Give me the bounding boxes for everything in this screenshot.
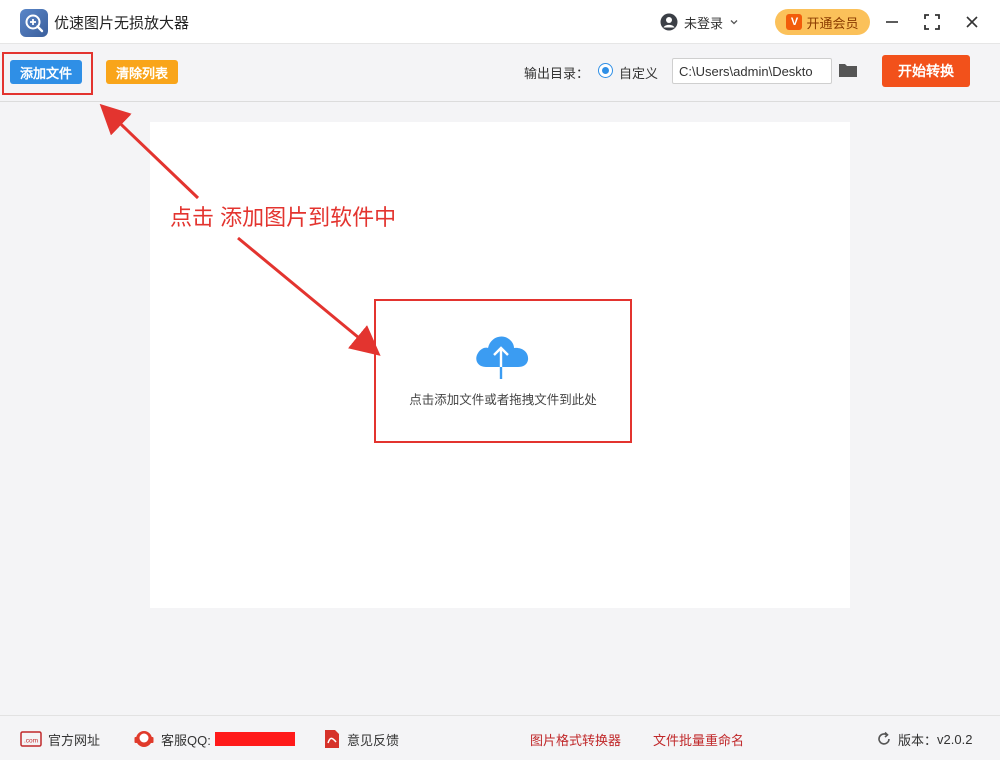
- folder-icon[interactable]: [838, 62, 858, 78]
- chevron-down-icon: [730, 20, 738, 25]
- customer-qq-label: 客服QQ:: [161, 732, 211, 748]
- drop-zone[interactable]: 点击添加文件或者拖拽文件到此处: [374, 299, 632, 443]
- maximize-button[interactable]: [920, 10, 944, 34]
- app-title: 优速图片无损放大器: [54, 15, 190, 32]
- minimize-icon: [886, 21, 898, 23]
- start-convert-button[interactable]: 开始转换: [882, 55, 970, 87]
- feedback-link[interactable]: 意见反馈: [323, 730, 399, 748]
- toolbar: 添加文件 清除列表 输出目录： 自定义 开始转换: [0, 44, 1000, 102]
- open-vip-label: 开通会员: [806, 15, 859, 31]
- annotation-text: 点击 添加图片到软件中: [170, 205, 397, 230]
- customer-service-icon: [134, 731, 154, 747]
- redacted-qq-number: [214, 732, 295, 746]
- user-login-menu[interactable]: 未登录: [660, 10, 739, 34]
- output-directory-label: 输出目录：: [524, 66, 590, 81]
- title-bar: 优速图片无损放大器 未登录 V 开通会员: [0, 0, 1000, 44]
- version-info: 版本： v2.0.2: [876, 730, 972, 748]
- format-converter-link[interactable]: 图片格式转换器: [530, 730, 621, 748]
- maximize-icon: [924, 14, 940, 30]
- add-file-button[interactable]: 添加文件: [10, 60, 82, 84]
- user-login-label: 未登录: [684, 15, 724, 31]
- minimize-button[interactable]: [880, 10, 904, 34]
- custom-output-radio[interactable]: [598, 63, 613, 78]
- version-label: 版本：: [898, 732, 938, 748]
- user-icon: [660, 13, 678, 31]
- drop-zone-hint: 点击添加文件或者拖拽文件到此处: [409, 393, 597, 407]
- clear-list-button[interactable]: 清除列表: [106, 60, 178, 84]
- customer-qq-link[interactable]: 客服QQ:: [133, 730, 295, 748]
- footer-bar: .com 官方网址 客服QQ: 意见反馈 图片格式转换器 文件批量重命名 版本：…: [0, 715, 1000, 760]
- open-vip-button[interactable]: V 开通会员: [775, 9, 870, 35]
- batch-rename-link[interactable]: 文件批量重命名: [653, 730, 744, 748]
- output-path-input[interactable]: [672, 58, 832, 84]
- version-number: v2.0.2: [937, 731, 973, 747]
- close-icon: [966, 16, 978, 28]
- app-logo-icon: [20, 9, 48, 37]
- website-icon: .com: [20, 731, 42, 747]
- feedback-icon: [325, 730, 339, 748]
- official-website-label: 官方网址: [48, 732, 101, 748]
- website-icon-text: .com: [24, 738, 38, 745]
- refresh-icon[interactable]: [876, 731, 892, 747]
- feedback-label: 意见反馈: [347, 732, 400, 748]
- close-button[interactable]: [960, 10, 984, 34]
- vip-icon: V: [786, 14, 803, 30]
- custom-output-label: 自定义: [619, 66, 659, 81]
- cloud-upload-icon: [476, 336, 529, 379]
- official-website-link[interactable]: .com 官方网址: [20, 730, 100, 748]
